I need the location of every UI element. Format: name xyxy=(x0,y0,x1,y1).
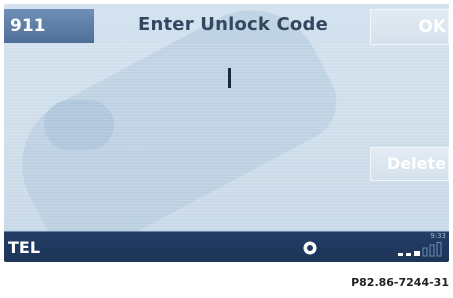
page-title: Enter Unlock Code xyxy=(137,14,328,35)
text-cursor xyxy=(228,68,231,88)
tel-mode-label[interactable]: TEL xyxy=(8,238,40,258)
emergency-number-label[interactable]: 911 xyxy=(4,9,94,43)
signal-strength-icon xyxy=(396,242,446,260)
ring-icon xyxy=(302,240,318,256)
delete-button[interactable]: Delete xyxy=(370,147,449,181)
status-bar: TEL 9:33 xyxy=(4,231,449,262)
phone-screen: 911 Enter Unlock Code OK Delete TEL 9:33 xyxy=(4,4,449,262)
clock-label: 9:33 xyxy=(430,232,446,240)
background-lines xyxy=(4,44,449,229)
reference-code: P82.86-7244-31 xyxy=(351,276,449,289)
ok-button[interactable]: OK xyxy=(370,9,449,45)
